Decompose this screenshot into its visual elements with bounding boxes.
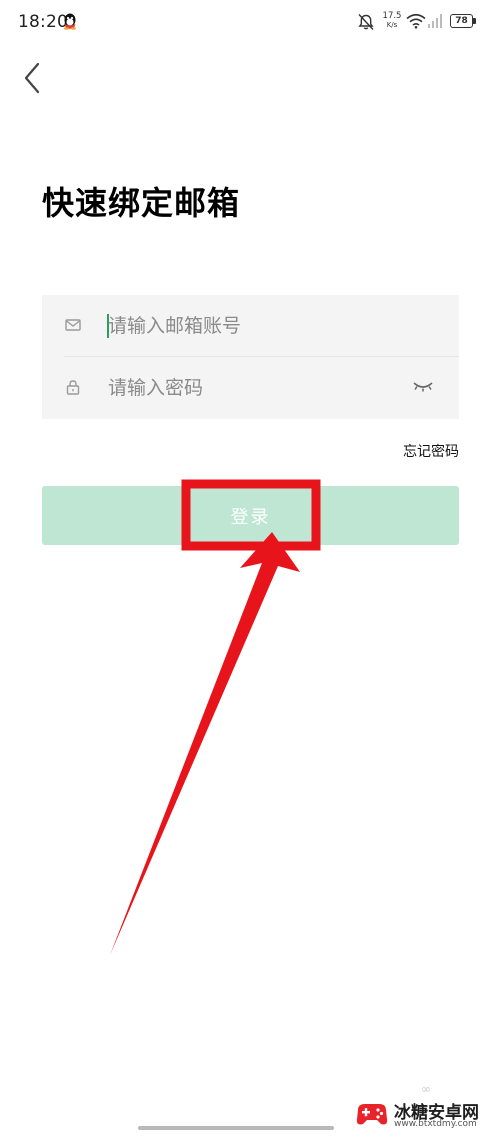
forgot-password-link[interactable]: 忘记密码 [403,441,459,461]
email-field[interactable] [108,295,408,356]
wifi-icon [406,13,426,29]
home-indicator[interactable] [138,1126,334,1130]
gamepad-logo-icon [356,1104,388,1125]
signal-icon [428,14,442,28]
network-speed-value: 17.5 [382,11,402,21]
network-speed: 17.5 K/s [380,12,404,29]
watermark: 冰糖安卓网 www.btxtdmy.com [354,1094,494,1134]
battery-icon: 78 [450,14,477,30]
network-speed-unit: K/s [386,20,398,29]
annotation-overlay [110,479,321,955]
password-row [42,357,459,418]
login-form [42,295,459,419]
mail-icon [65,319,81,331]
login-button[interactable]: 登录 [42,486,459,545]
watermark-url: www.btxtdmy.com [394,1119,477,1129]
password-field[interactable] [108,357,408,418]
status-time: 18:20 [18,12,68,32]
status-bar: 18:20 17.5 K/s 78 [0,0,500,44]
page-title: 快速绑定邮箱 [42,184,241,222]
qq-icon [64,13,76,30]
eye-closed-icon[interactable] [412,377,434,395]
battery-level: 78 [450,14,473,28]
lock-icon [66,380,80,395]
annotation-arrow [110,532,300,955]
back-icon[interactable] [20,60,46,96]
email-row [42,295,459,356]
bell-off-icon [358,14,374,30]
battery-tip [473,18,476,24]
